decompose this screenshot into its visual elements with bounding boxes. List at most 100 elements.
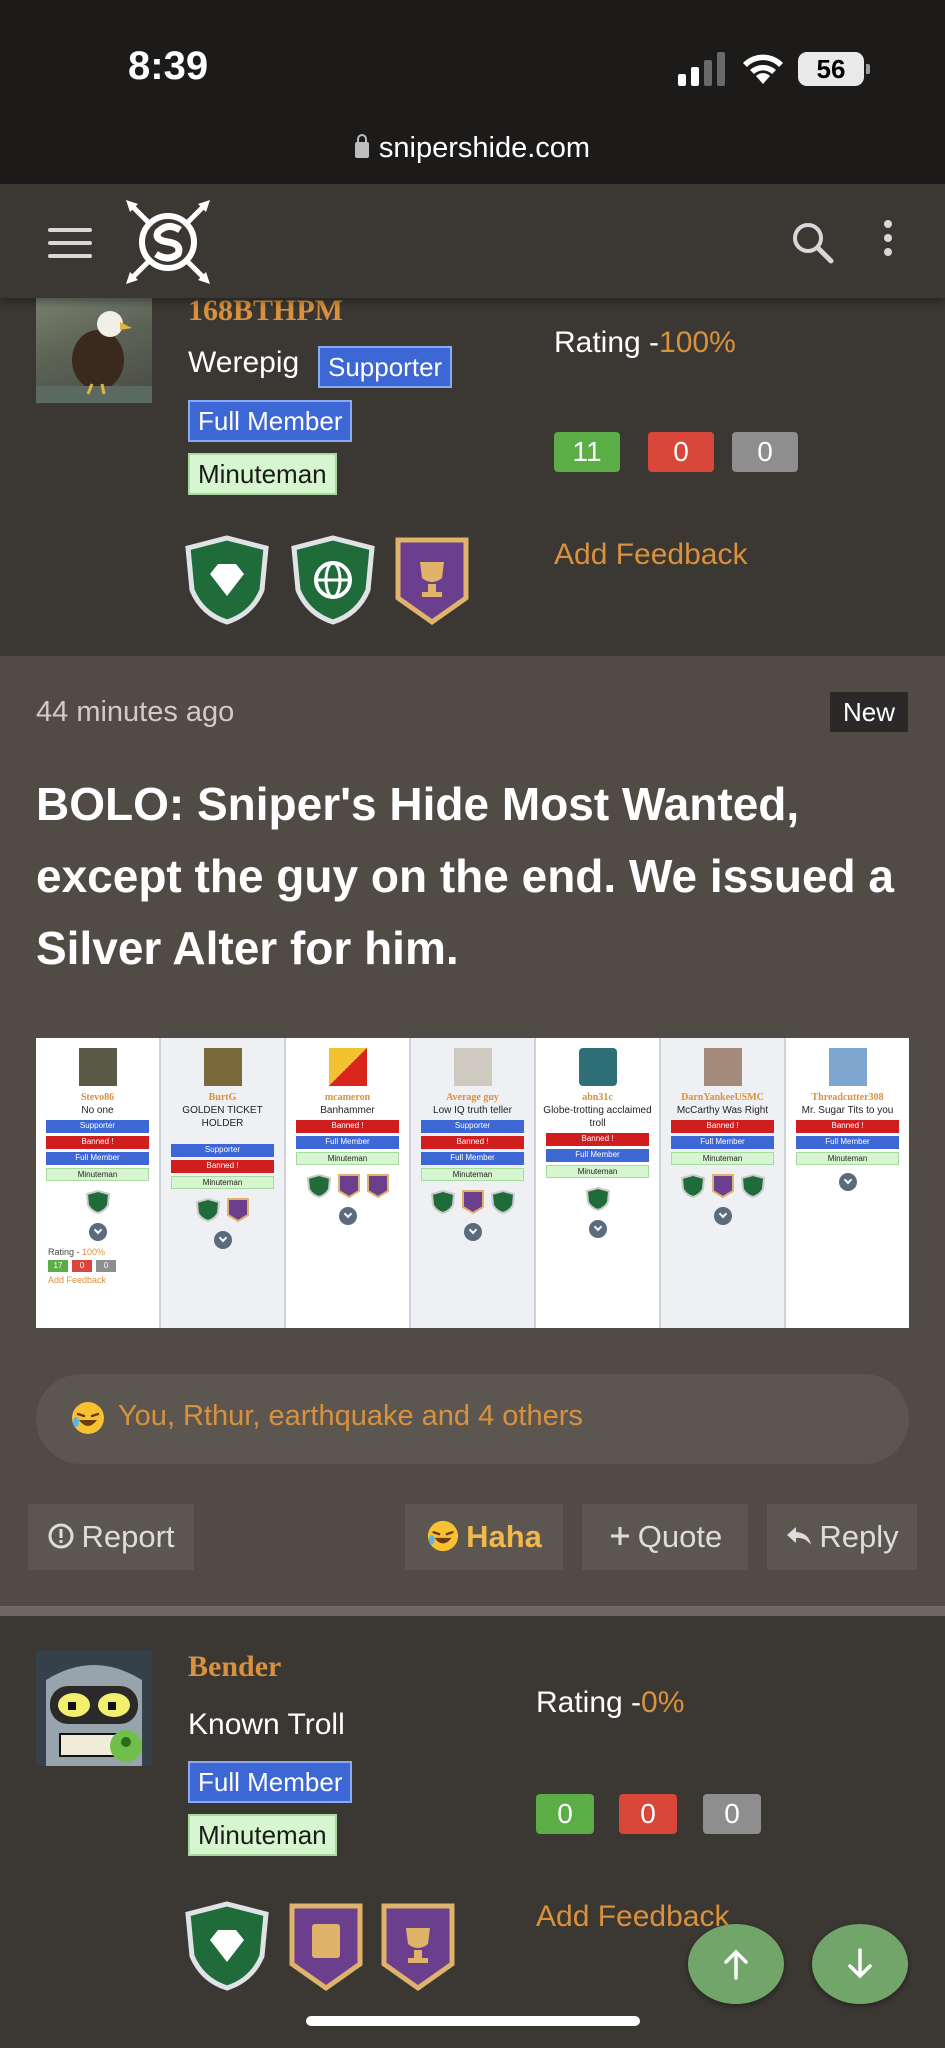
rating-percent: 100% (659, 326, 736, 359)
mini-username: Stevo86 (80, 1092, 115, 1103)
vest-shield-icon[interactable] (288, 1900, 364, 1992)
rating-label: Rating - (536, 1686, 642, 1719)
post-author-card: 168BTHPM Werepig Supporter Full Member M… (0, 294, 945, 656)
mini-rating: Rating - 100% (36, 1247, 159, 1257)
mini-badge: Banned ! (171, 1160, 274, 1173)
site-logo[interactable] (124, 198, 212, 286)
add-feedback-link[interactable]: Add Feedback (554, 538, 747, 572)
url-bar[interactable]: snipershide.com (0, 120, 945, 184)
positive-feedback-count[interactable]: 0 (536, 1794, 594, 1834)
globe-shield-icon[interactable] (288, 534, 378, 626)
status-bar: 8:39 56 (0, 0, 945, 120)
avatar[interactable] (36, 298, 152, 403)
reply-button[interactable]: Reply (767, 1504, 917, 1570)
avatar[interactable] (36, 1650, 152, 1766)
username[interactable]: 168BTHPM (188, 294, 343, 328)
username[interactable]: Bender (188, 1650, 281, 1684)
supporter-badge: Supporter (318, 346, 453, 388)
mini-badge: Minuteman (46, 1168, 149, 1181)
user-title: Known Troll (188, 1708, 345, 1741)
mini-title: Mr. Sugar Tits to you (801, 1105, 894, 1116)
mini-trophies (286, 1173, 409, 1199)
mini-profile-average-guy: Average guy Low IQ truth teller Supporte… (411, 1038, 536, 1328)
mini-shield-icon (85, 1189, 110, 1215)
mini-badge: Supporter (421, 1120, 524, 1133)
bender-avatar-image (36, 1650, 152, 1766)
alert-circle-icon (48, 1523, 74, 1549)
report-button[interactable]: Report (28, 1504, 194, 1570)
neutral-feedback-count[interactable]: 0 (732, 432, 798, 472)
positive-feedback-count[interactable]: 11 (554, 432, 620, 472)
mini-shield-icon (430, 1189, 455, 1215)
search-icon[interactable] (790, 220, 834, 264)
menu-icon[interactable] (48, 228, 92, 258)
mini-badge: Banned ! (296, 1120, 399, 1133)
mini-rating-label: Rating - (48, 1247, 83, 1257)
mini-trophies (536, 1186, 659, 1212)
battery-indicator: 56 (798, 52, 870, 86)
post-divider (0, 1606, 945, 1616)
mini-expand-icon (88, 1223, 107, 1241)
more-options-icon[interactable] (880, 220, 896, 264)
mini-badge: Minuteman (796, 1152, 899, 1165)
trophy-row (182, 534, 470, 626)
lock-icon (354, 134, 369, 158)
reactions-bar[interactable]: You, Rthur, earthquake and 4 others (36, 1374, 909, 1464)
diamond-shield-icon[interactable] (182, 534, 272, 626)
mini-avatar (703, 1048, 742, 1086)
rating: Rating -0% (536, 1686, 684, 1720)
mini-add-feedback: Add Feedback (48, 1275, 107, 1285)
mini-title: McCarthy Was Right (676, 1105, 769, 1116)
mini-profile-darnyankeeusmc: DarnYankeeUSMC McCarthy Was Right Banned… (661, 1038, 786, 1328)
scroll-top-button[interactable] (688, 1924, 784, 2004)
mini-avatar (328, 1048, 367, 1086)
arrow-up-icon (724, 1949, 748, 1980)
mini-badge: Banned ! (421, 1136, 524, 1149)
mini-badge: Minuteman (296, 1152, 399, 1165)
mini-trophy-icon (711, 1174, 734, 1199)
post-image[interactable]: Stevo86 No one Supporter Banned ! Full M… (36, 1038, 909, 1328)
mini-title: Banhammer (320, 1105, 375, 1116)
post-timestamp[interactable]: 44 minutes ago (36, 696, 234, 729)
trophy-shield-icon[interactable] (380, 1900, 456, 1992)
minuteman-badge: Minuteman (188, 1814, 337, 1856)
mini-badge: Full Member (46, 1152, 149, 1165)
negative-feedback-count[interactable]: 0 (619, 1794, 677, 1834)
mini-profile-abn31c: abn31c Globe-trotting acclaimed troll Ba… (536, 1038, 661, 1328)
arrow-down-icon (848, 1948, 872, 1979)
rating-percent: 0% (641, 1686, 685, 1719)
mini-badge: Supporter (171, 1144, 274, 1157)
mini-feedback: 17 0 0 (36, 1260, 159, 1272)
quote-button[interactable]: Quote (582, 1504, 748, 1570)
mini-expand-icon (213, 1231, 232, 1249)
mini-shield-icon (195, 1197, 221, 1223)
trophy-shield-icon[interactable] (394, 534, 470, 626)
mini-badge: Banned ! (546, 1133, 649, 1146)
mini-username: abn31c (582, 1092, 613, 1103)
neutral-feedback-count[interactable]: 0 (703, 1794, 761, 1834)
add-feedback-link[interactable]: Add Feedback (536, 1900, 729, 1934)
haha-reaction-button[interactable]: Haha (405, 1504, 563, 1570)
mini-badge: Banned ! (46, 1136, 149, 1149)
mini-trophies (411, 1189, 534, 1215)
negative-feedback-count[interactable]: 0 (648, 432, 714, 472)
haha-label: Haha (466, 1519, 542, 1554)
mini-trophy-icon (337, 1174, 360, 1199)
mini-trophy-icon (461, 1190, 484, 1215)
new-badge: New (830, 692, 908, 732)
mini-badge: Full Member (671, 1136, 774, 1149)
full-member-badge: Full Member (188, 1761, 353, 1803)
mini-badge: Minuteman (546, 1165, 649, 1178)
rating: Rating -100% (554, 326, 736, 360)
mini-fb-neutral: 0 (96, 1260, 116, 1272)
mini-avatar (453, 1048, 492, 1086)
mini-expand-icon (838, 1173, 857, 1191)
mini-badge: Minuteman (171, 1176, 274, 1189)
mini-username: mcameron (324, 1092, 371, 1103)
minuteman-badge: Minuteman (188, 453, 337, 495)
scroll-bottom-button[interactable] (812, 1924, 908, 2004)
diamond-shield-icon[interactable] (182, 1900, 272, 1992)
mini-badge: Full Member (546, 1149, 649, 1162)
mini-avatar (203, 1048, 242, 1086)
mini-trophies (36, 1189, 159, 1215)
